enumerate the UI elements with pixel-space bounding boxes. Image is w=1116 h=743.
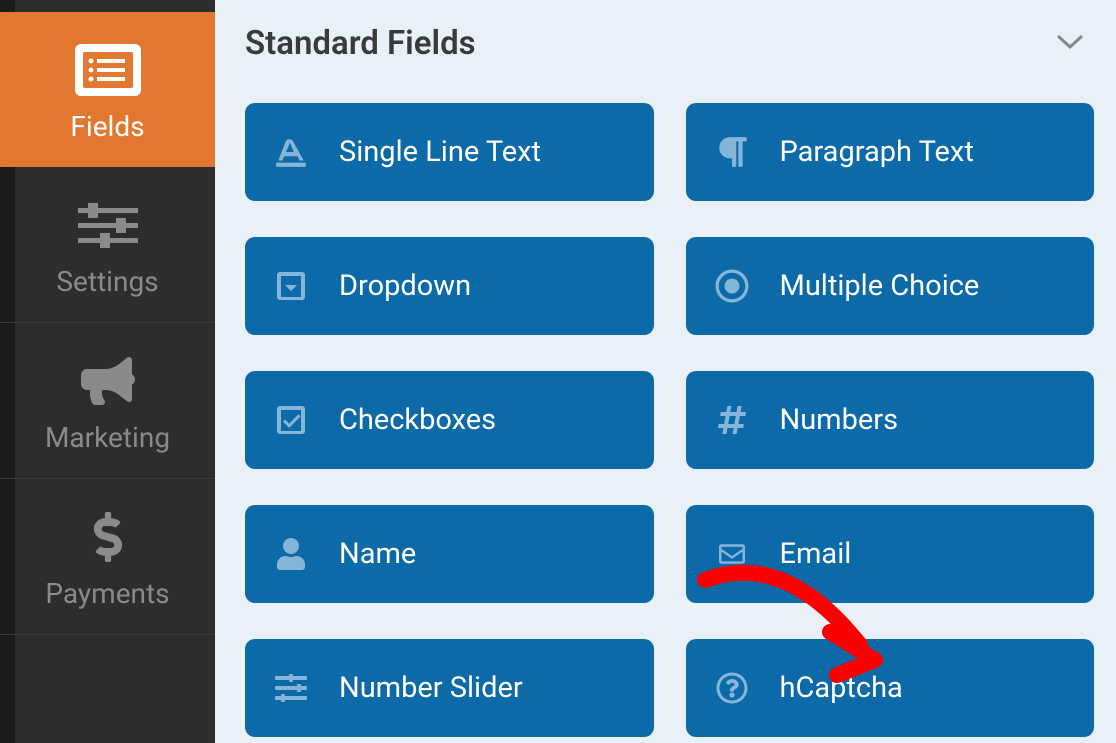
paragraph-icon — [712, 132, 752, 172]
list-icon — [75, 42, 141, 98]
sidebar-item-marketing[interactable]: Marketing — [0, 323, 215, 479]
field-label: Number Slider — [339, 671, 523, 705]
field-label: Name — [339, 537, 416, 571]
field-numbers[interactable]: Numbers — [686, 371, 1095, 469]
field-dropdown[interactable]: Dropdown — [245, 237, 654, 335]
main-panel: Standard Fields Single Line Text Paragra… — [215, 0, 1116, 743]
field-label: Email — [780, 537, 852, 571]
field-email[interactable]: Email — [686, 505, 1095, 603]
sidebar-item-payments[interactable]: Payments — [0, 479, 215, 635]
sidebar-item-label: Payments — [45, 577, 169, 610]
section-header[interactable]: Standard Fields — [245, 16, 1094, 63]
sidebar: Fields Settings Marketing — [0, 0, 215, 743]
field-multiple-choice[interactable]: Multiple Choice — [686, 237, 1095, 335]
chevron-down-icon — [1056, 34, 1084, 54]
field-paragraph-text[interactable]: Paragraph Text — [686, 103, 1095, 201]
dollar-icon — [93, 509, 123, 565]
radio-circle-icon — [712, 266, 752, 306]
user-icon — [271, 534, 311, 574]
section-title: Standard Fields — [245, 24, 476, 63]
field-label: hCaptcha — [780, 671, 903, 705]
sidebar-item-fields[interactable]: Fields — [0, 12, 215, 167]
sidebar-item-settings[interactable]: Settings — [0, 167, 215, 323]
sliders-icon — [271, 668, 311, 708]
check-square-icon — [271, 400, 311, 440]
field-checkboxes[interactable]: Checkboxes — [245, 371, 654, 469]
envelope-icon — [712, 534, 752, 574]
hash-icon — [712, 400, 752, 440]
field-name[interactable]: Name — [245, 505, 654, 603]
field-hcaptcha[interactable]: hCaptcha — [686, 639, 1095, 737]
sliders-icon — [78, 197, 138, 253]
sidebar-item-label: Fields — [70, 110, 144, 143]
field-grid: Single Line Text Paragraph Text Dropdown… — [245, 103, 1094, 737]
field-label: Numbers — [780, 403, 899, 437]
question-circle-icon — [712, 668, 752, 708]
field-label: Single Line Text — [339, 135, 541, 169]
text-width-icon — [271, 132, 311, 172]
sidebar-item-label: Settings — [56, 265, 158, 298]
field-number-slider[interactable]: Number Slider — [245, 639, 654, 737]
sidebar-item-label: Marketing — [45, 421, 170, 454]
field-label: Checkboxes — [339, 403, 496, 437]
caret-down-square-icon — [271, 266, 311, 306]
field-label: Dropdown — [339, 269, 471, 303]
bullhorn-icon — [79, 353, 137, 409]
field-label: Paragraph Text — [780, 135, 974, 169]
field-label: Multiple Choice — [780, 269, 980, 303]
field-single-line-text[interactable]: Single Line Text — [245, 103, 654, 201]
